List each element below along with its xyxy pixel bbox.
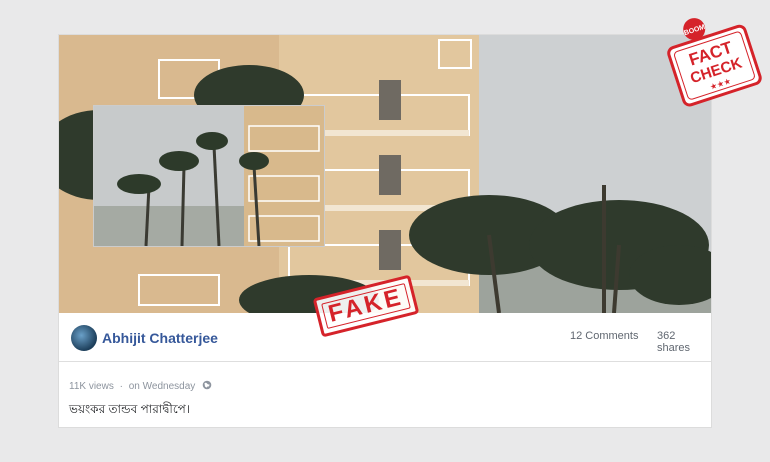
post-time-link[interactable]: on Wednesday: [129, 381, 196, 392]
post-header: Abhijit Chatterjee 12 Comments 362 share…: [59, 313, 711, 362]
inset-storm-image: [94, 106, 324, 246]
author-name-link[interactable]: Abhijit Chatterjee: [102, 330, 218, 346]
comments-count-link[interactable]: 12 Comments: [570, 330, 638, 342]
separator-dot: ·: [119, 381, 123, 393]
views-count: 11K views: [69, 381, 114, 393]
post-info-row: 11K views · on Wednesday: [69, 380, 212, 393]
shares-count-link[interactable]: 362 shares: [657, 330, 711, 354]
avatar[interactable]: [71, 325, 97, 351]
post-card: FAKE Abhijit Chatterjee 12 Comments 362 …: [59, 35, 711, 427]
globe-icon: [202, 380, 212, 393]
inset-photo: [93, 105, 325, 247]
post-video-thumbnail[interactable]: [59, 35, 711, 313]
post-message: ভয়ংকর তান্ডব পারাদ্বীপে।: [69, 402, 191, 416]
